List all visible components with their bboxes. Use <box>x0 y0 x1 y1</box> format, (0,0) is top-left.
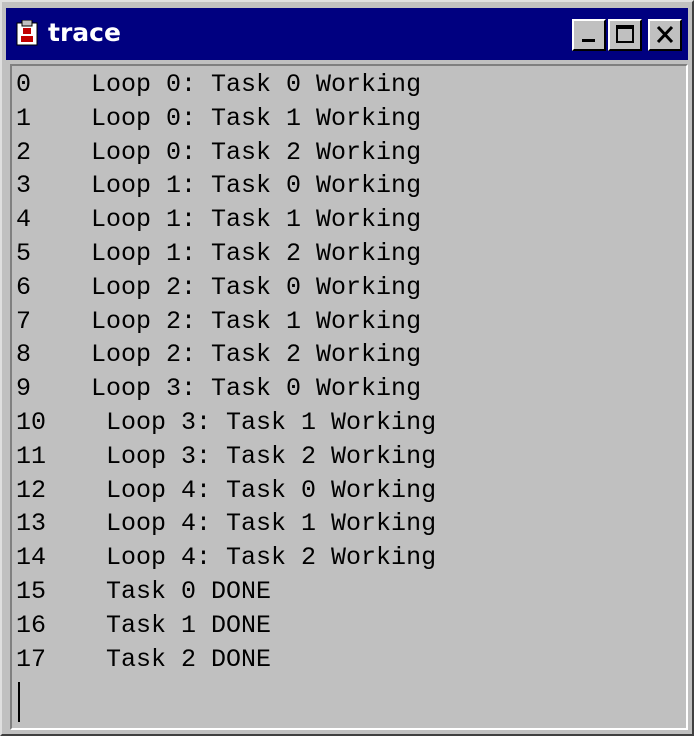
maximize-button[interactable] <box>608 19 642 51</box>
close-button[interactable] <box>648 19 682 51</box>
app-icon[interactable] <box>16 19 38 46</box>
trace-line: 5 Loop 1: Task 2 Working <box>16 238 422 268</box>
trace-line: 8 Loop 2: Task 2 Working <box>16 340 422 370</box>
close-icon <box>656 25 674 44</box>
trace-line: 12 Loop 4: Task 0 Working <box>16 475 437 505</box>
trace-line: 10 Loop 3: Task 1 Working <box>16 407 437 437</box>
trace-line: 16 Task 1 DONE <box>16 610 272 640</box>
trace-window: trace 0 Loop 0: Task 0 Working 1 Loop 0: … <box>0 0 694 736</box>
trace-line: 9 Loop 3: Task 0 Working <box>16 374 422 404</box>
trace-list: 0 Loop 0: Task 0 Working 1 Loop 0: Task 1… <box>16 68 436 676</box>
trace-line: 17 Task 2 DONE <box>16 644 272 674</box>
trace-line: 11 Loop 3: Task 2 Working <box>16 441 437 471</box>
trace-line: 13 Loop 4: Task 1 Working <box>16 509 437 539</box>
trace-line: 2 Loop 0: Task 2 Working <box>16 137 422 167</box>
trace-line: 1 Loop 0: Task 1 Working <box>16 103 422 133</box>
trace-line: 3 Loop 1: Task 0 Working <box>16 171 422 201</box>
text-caret <box>18 682 20 722</box>
maximize-icon <box>616 25 634 43</box>
trace-line: 4 Loop 1: Task 1 Working <box>16 205 422 235</box>
trace-line: 0 Loop 0: Task 0 Working <box>16 70 422 99</box>
title-bar[interactable]: trace <box>6 8 688 60</box>
minimize-button[interactable] <box>572 19 606 51</box>
trace-line: 7 Loop 2: Task 1 Working <box>16 306 422 336</box>
window-title: trace <box>48 18 121 47</box>
trace-line: 15 Task 0 DONE <box>16 576 272 606</box>
minimize-icon <box>582 39 595 42</box>
trace-line: 6 Loop 2: Task 0 Working <box>16 272 422 302</box>
trace-line: 14 Loop 4: Task 2 Working <box>16 543 437 573</box>
trace-output-area[interactable]: 0 Loop 0: Task 0 Working 1 Loop 0: Task 1… <box>10 64 688 730</box>
